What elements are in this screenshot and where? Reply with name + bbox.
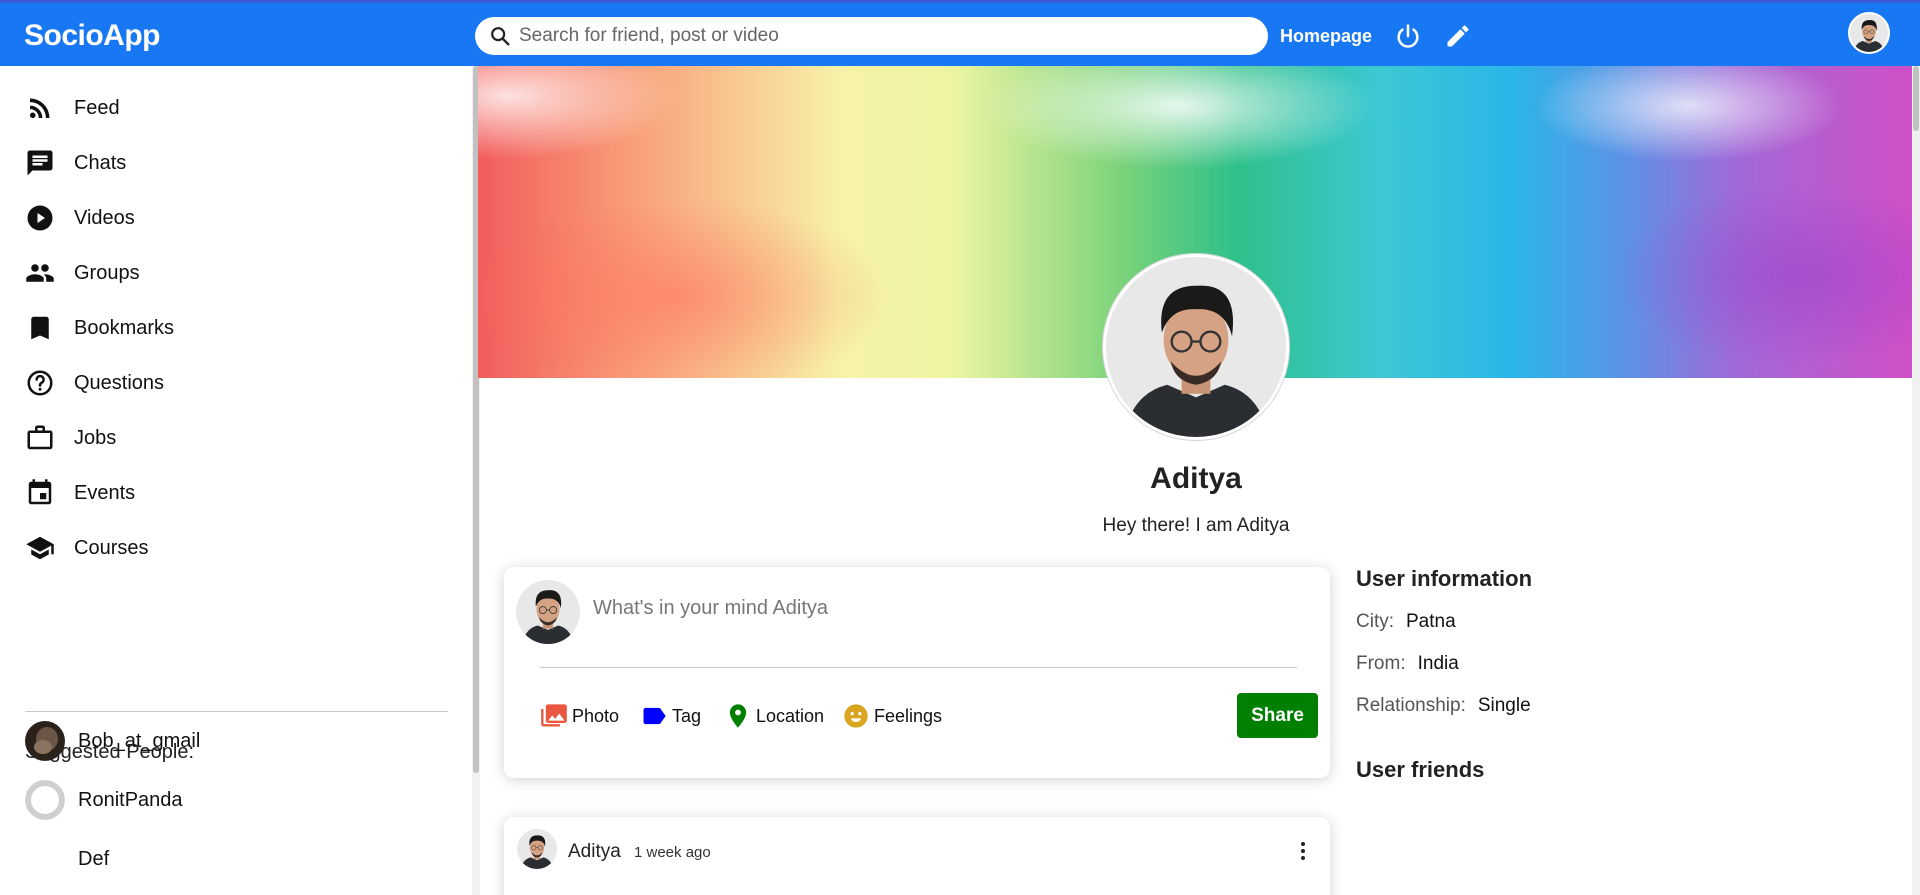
sidebar-item-groups[interactable]: Groups	[25, 257, 140, 289]
tag-icon	[643, 707, 666, 725]
calendar-icon	[28, 479, 52, 505]
play-circle-icon	[27, 205, 53, 231]
sidebar-item-label: Bookmarks	[74, 316, 175, 339]
avatar	[516, 580, 580, 644]
sidebar-item-label: Events	[74, 481, 136, 504]
search-bar[interactable]	[475, 17, 1268, 55]
sidebar-item-label: Courses	[74, 536, 149, 559]
help-circle-icon	[27, 370, 53, 396]
share-option-location[interactable]: Location	[724, 701, 824, 731]
more-vert-icon[interactable]	[1291, 837, 1315, 865]
photo-icon	[541, 704, 567, 727]
power-icon[interactable]	[1394, 22, 1422, 50]
info-row-from: From: India	[1356, 653, 1459, 675]
briefcase-icon	[27, 425, 53, 450]
share-post-card: Photo Tag Location Feelings Share	[504, 567, 1330, 778]
rss-feed-icon	[30, 98, 50, 118]
sidebar-item-chats[interactable]: Chats	[25, 147, 126, 179]
post-username[interactable]: Aditya	[568, 841, 621, 863]
sidebar-item-label: Feed	[74, 96, 120, 119]
avatar	[25, 780, 65, 820]
emoji-icon	[844, 704, 868, 728]
school-icon	[26, 536, 54, 560]
person-name: Def	[78, 847, 110, 870]
share-option-tag[interactable]: Tag	[640, 701, 701, 731]
sidebar-item-label: Chats	[74, 151, 127, 174]
option-label: Tag	[672, 705, 702, 726]
sidebar-item-events[interactable]: Events	[25, 477, 135, 509]
sidebar-item-label: Questions	[74, 371, 165, 394]
option-label: Location	[756, 705, 825, 726]
location-pin-icon	[729, 704, 747, 728]
share-option-photo[interactable]: Photo	[540, 701, 619, 731]
avatar	[517, 829, 557, 869]
info-key: From:	[1356, 653, 1406, 674]
chat-icon	[27, 150, 53, 176]
profile-name: Aditya	[1150, 462, 1242, 495]
post-timestamp: 1 week ago	[634, 844, 711, 861]
sidebar-item-label: Jobs	[74, 426, 117, 449]
info-value: Patna	[1406, 611, 1456, 632]
info-key: Relationship:	[1356, 695, 1466, 716]
profile-picture	[1103, 254, 1289, 440]
top-navbar: SocioApp Homepage	[0, 0, 1920, 66]
search-input[interactable]	[519, 25, 1239, 47]
sidebar-item-jobs[interactable]: Jobs	[25, 422, 116, 454]
profile-bio: Hey there! I am Aditya	[1102, 515, 1290, 536]
avatar	[25, 839, 65, 879]
sidebar: Feed Chats Videos Groups Bookmarks Quest…	[0, 66, 474, 895]
avatar	[25, 721, 65, 761]
suggested-person[interactable]: Bob_at_gmail	[25, 720, 200, 762]
brand-logo[interactable]: SocioApp	[24, 19, 161, 53]
sidebar-item-label: Videos	[74, 206, 135, 229]
sidebar-item-questions[interactable]: Questions	[25, 367, 164, 399]
person-name: RonitPanda	[78, 788, 183, 811]
post-card: Aditya 1 week ago	[504, 817, 1330, 895]
page-scrollbar[interactable]	[1912, 66, 1920, 895]
info-row-city: City: Patna	[1356, 611, 1456, 633]
user-avatar[interactable]	[1848, 12, 1890, 54]
info-row-relationship: Relationship: Single	[1356, 695, 1531, 717]
suggested-person[interactable]: RonitPanda	[25, 779, 183, 821]
user-friends-title: User friends	[1356, 757, 1485, 782]
group-icon	[26, 264, 54, 282]
sidebar-item-bookmarks[interactable]: Bookmarks	[25, 312, 174, 344]
option-label: Photo	[572, 705, 620, 726]
post-input[interactable]	[593, 597, 1293, 620]
info-key: City:	[1356, 611, 1394, 632]
search-icon	[491, 27, 510, 46]
info-value: Single	[1477, 695, 1531, 716]
sidebar-item-courses[interactable]: Courses	[25, 532, 148, 564]
user-info-title: User information	[1356, 566, 1533, 591]
bookmark-icon	[31, 316, 49, 340]
sidebar-item-feed[interactable]: Feed	[25, 92, 120, 124]
sidebar-item-videos[interactable]: Videos	[25, 202, 135, 234]
share-option-feelings[interactable]: Feelings	[842, 701, 942, 731]
share-button[interactable]: Share	[1237, 693, 1318, 738]
info-value: India	[1417, 653, 1459, 674]
person-name: Bob_at_gmail	[78, 729, 201, 752]
option-label: Feelings	[874, 705, 943, 726]
sidebar-divider	[25, 711, 448, 712]
suggested-person[interactable]: Def	[25, 838, 109, 880]
sidebar-item-label: Groups	[74, 261, 140, 284]
edit-pencil-icon[interactable]	[1444, 22, 1472, 50]
share-divider	[540, 667, 1297, 668]
homepage-link[interactable]: Homepage	[1280, 26, 1372, 47]
